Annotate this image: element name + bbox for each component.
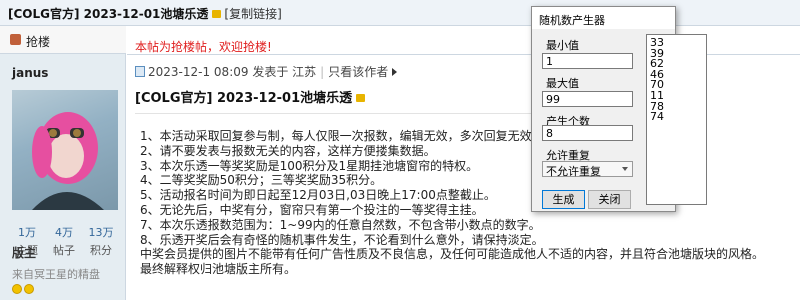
reply-icon — [10, 34, 21, 45]
lock-icon — [356, 94, 366, 102]
reply-button[interactable]: 抢楼 — [0, 26, 126, 54]
stat-points-label: 积分 — [90, 244, 112, 257]
dialog-title-bar[interactable]: 随机数产生器 — [532, 7, 675, 29]
dialog-title: 随机数产生器 — [539, 14, 605, 27]
copy-link[interactable]: [复制链接] — [224, 7, 281, 21]
stat-posts-value: 4万 — [55, 226, 73, 239]
body-line: 8、乐透开奖后会有奇怪的随机事件发生，不论看到什么意外，请保持淡定。 — [140, 232, 544, 247]
medal-icons — [12, 283, 36, 297]
only-author-link[interactable]: 只看该作者 — [328, 65, 388, 79]
stat-posts-label: 帖子 — [53, 244, 75, 257]
smile-icon — [12, 284, 22, 294]
body-line: 中奖会员提供的图片不能带有任何广告性质及不良信息，及任何可能造成他人不适的内容，… — [140, 247, 765, 262]
avatar[interactable] — [12, 90, 118, 210]
stat-posts[interactable]: 4万 帖子 — [47, 224, 81, 258]
post-meta: 2023-12-1 08:09 发表于 江苏 | 只看该作者 — [135, 63, 398, 80]
meta-separator: | — [320, 65, 325, 79]
count-input[interactable]: 8 — [542, 125, 633, 141]
min-label: 最小值 — [546, 39, 579, 52]
chevron-down-icon — [622, 167, 628, 171]
stat-points-value: 13万 — [88, 226, 114, 239]
post-time: 2023-12-1 08:09 发表于 江苏 — [148, 65, 317, 79]
reply-label: 抢楼 — [26, 35, 51, 49]
thread-title: [COLG官方] 2023-12-01池塘乐透 [复制链接] — [8, 5, 282, 22]
repeat-select[interactable]: 不允许重复 — [542, 161, 633, 178]
generate-button[interactable]: 生成 — [542, 190, 585, 209]
max-input[interactable]: 99 — [542, 91, 633, 107]
result-list[interactable]: 33 39 62 46 70 11 78 74 — [646, 34, 707, 205]
repeat-select-value: 不允许重复 — [546, 165, 601, 178]
post-notice: 本帖为抢楼帖，欢迎抢楼! — [135, 40, 272, 54]
stat-points[interactable]: 13万 积分 — [84, 224, 118, 258]
author-name[interactable]: janus — [12, 66, 48, 80]
thread-title-text: [COLG官方] 2023-12-01池塘乐透 — [8, 7, 209, 21]
user-title: 来自冥王星的精盘 — [12, 268, 100, 281]
thread-title-bar: [COLG官方] 2023-12-01池塘乐透 [复制链接] — [0, 0, 800, 26]
user-group: 版主 — [12, 246, 37, 260]
close-button[interactable]: 关闭 — [588, 190, 631, 209]
smile-icon — [24, 284, 34, 294]
avatar-image — [32, 112, 104, 210]
author-sidebar: 抢楼 janus 1万 主题 4万 帖子 13万 积分 版主 来自冥王星的精盘 — [0, 26, 126, 300]
post-icon — [135, 66, 145, 77]
lock-icon — [212, 10, 222, 18]
body-line: 6、无论先后，中奖有分，窗帘只有第一个投注的一等奖得主挂。 — [140, 202, 484, 217]
stat-threads-value: 1万 — [18, 226, 36, 239]
arrow-right-icon[interactable] — [392, 68, 398, 76]
body-line: 7、本次乐透报数范围为：1~99内的任意自然数，不包含带小数点的数字。 — [140, 217, 541, 232]
post-title-text: [COLG官方] 2023-12-01池塘乐透 — [135, 91, 353, 106]
post-title: [COLG官方] 2023-12-01池塘乐透 — [135, 87, 366, 106]
max-label: 最大值 — [546, 77, 579, 90]
body-line: 最终解释权归池塘版主所有。 — [140, 262, 297, 277]
result-item: 74 — [650, 110, 664, 124]
min-input[interactable]: 1 — [542, 53, 633, 69]
